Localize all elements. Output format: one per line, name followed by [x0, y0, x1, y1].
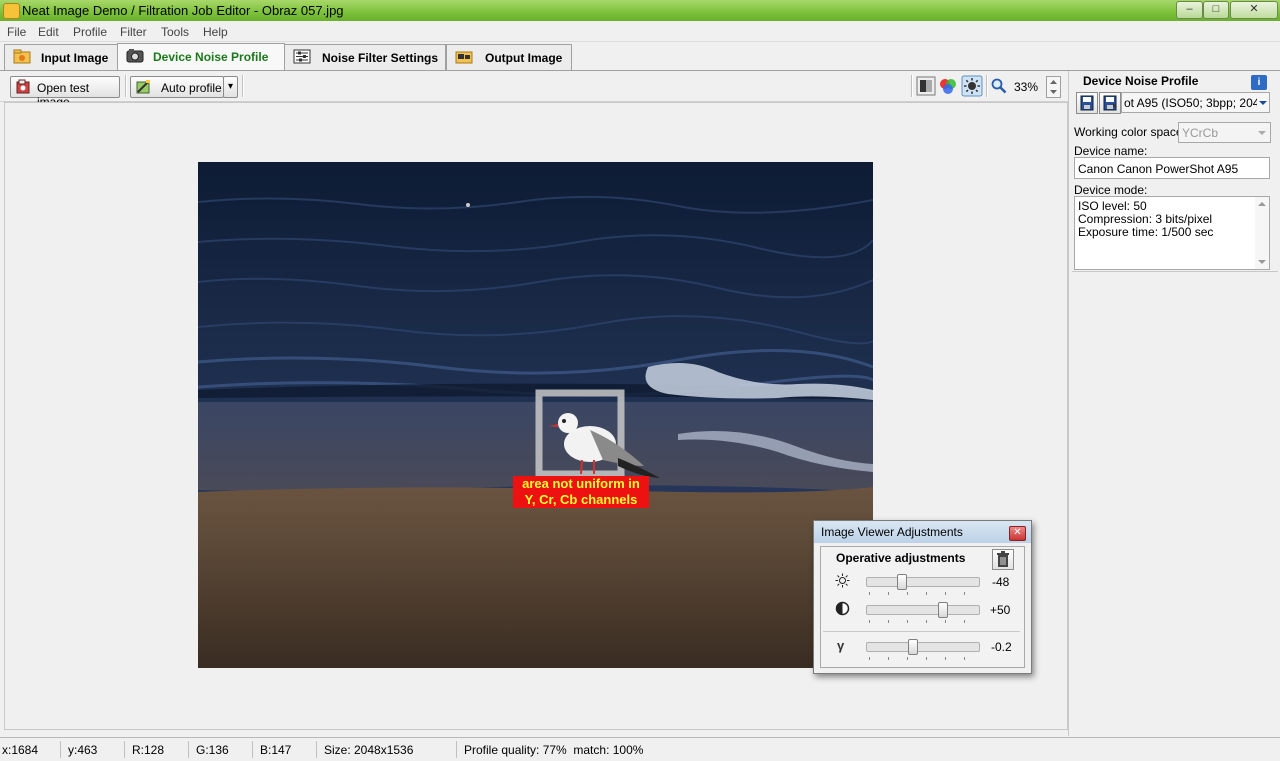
- main-tabs: Input Image Device Noise Profile Noise F…: [0, 42, 1280, 71]
- zoom-icon[interactable]: [991, 78, 1007, 94]
- brightness-ticks: [869, 592, 977, 595]
- menu-file[interactable]: File: [7, 25, 26, 39]
- tab-noise-filter-settings[interactable]: Noise Filter Settings: [284, 44, 446, 70]
- toolbar-separator: [911, 75, 913, 97]
- grayscale-view-icon[interactable]: [916, 76, 936, 96]
- title-bar: Neat Image Demo / Filtration Job Editor …: [0, 0, 1280, 21]
- status-r: R:128: [132, 743, 165, 757]
- working-color-space-select[interactable]: YCrCb: [1178, 122, 1271, 143]
- close-icon[interactable]: ✕: [1009, 526, 1026, 541]
- tab-device-noise-profile[interactable]: Device Noise Profile: [117, 43, 285, 70]
- output-image-icon: [455, 51, 473, 64]
- toolbar-separator: [125, 75, 127, 97]
- tab-output-image[interactable]: Output Image: [446, 44, 572, 70]
- menu-tools[interactable]: Tools: [161, 25, 189, 39]
- gamma-slider-thumb[interactable]: [908, 639, 919, 655]
- trash-icon: [997, 551, 1009, 567]
- camera-icon: [126, 49, 144, 63]
- menu-profile[interactable]: Profile: [73, 25, 107, 39]
- brightness-slider-thumb[interactable]: [896, 574, 907, 590]
- status-size: Size: 2048x1536: [324, 743, 414, 757]
- status-g: G:136: [196, 743, 229, 757]
- contrast-ticks: [869, 620, 977, 623]
- info-icon[interactable]: i: [1251, 75, 1267, 90]
- save-profile-button[interactable]: [1099, 92, 1121, 114]
- gamma-slider[interactable]: [866, 642, 980, 652]
- window-title: Neat Image Demo / Filtration Job Editor …: [22, 3, 344, 18]
- maximize-button[interactable]: □: [1203, 1, 1229, 19]
- contrast-icon: [835, 601, 850, 616]
- chevron-down-icon: [1257, 93, 1269, 112]
- menu-filter[interactable]: Filter: [120, 25, 147, 39]
- brightness-value: -48: [992, 575, 1010, 589]
- working-color-space-label: Working color space:: [1074, 125, 1186, 139]
- noise-area-warning: area not uniform in Y, Cr, Cb channels: [513, 476, 649, 508]
- image-toolbar: Open test image Auto profile ▾ 33%: [0, 71, 1068, 109]
- floppy-save-icon: [1103, 95, 1117, 111]
- test-image-beach-seagull[interactable]: [198, 162, 873, 668]
- load-profile-button[interactable]: [1076, 92, 1098, 114]
- contrast-value: +50: [990, 603, 1011, 617]
- adjustments-divider: [823, 631, 1020, 632]
- open-test-image-button[interactable]: Open test image: [10, 76, 120, 109]
- floppy-load-icon: [1080, 95, 1094, 111]
- status-b: B:147: [260, 743, 292, 757]
- toolbar-separator: [242, 75, 244, 97]
- device-noise-profile-panel: Device Noise Profile i ot A95 (ISO50; 3b…: [1068, 71, 1280, 736]
- panel-divider: [1072, 271, 1278, 272]
- brightness-slider[interactable]: [866, 577, 980, 587]
- status-separator: [188, 741, 189, 758]
- gamma-value: -0.2: [991, 640, 1012, 654]
- status-separator: [252, 741, 253, 758]
- gamma-ticks: [869, 657, 977, 660]
- chevron-down-icon: [1258, 131, 1266, 135]
- menu-edit[interactable]: Edit: [38, 25, 59, 39]
- contrast-slider-thumb[interactable]: [938, 602, 949, 618]
- operative-adjustments-group: Operative adjustments -48 +50 γ -0.2: [820, 546, 1025, 668]
- toolbar-separator: [986, 75, 988, 97]
- profile-select[interactable]: ot A95 (ISO50; 3bpp; 2048x: [1121, 92, 1270, 113]
- status-bar: x:1684 y:463 R:128 G:136 B:147 Size: 204…: [0, 737, 1280, 761]
- status-separator: [316, 741, 317, 758]
- reset-adjustments-button[interactable]: [992, 549, 1014, 570]
- auto-profile-icon: [136, 80, 150, 94]
- contrast-slider[interactable]: [866, 605, 980, 615]
- status-y: y:463: [68, 743, 98, 757]
- auto-profile-dropdown[interactable]: ▾: [223, 76, 238, 98]
- gamma-icon: γ: [837, 638, 845, 653]
- device-name-label: Device name:: [1074, 144, 1148, 158]
- panel-title: Device Noise Profile: [1083, 74, 1199, 88]
- device-mode-textarea[interactable]: ISO level: 50 Compression: 3 bits/pixel …: [1074, 196, 1270, 270]
- folder-image-icon: [13, 49, 31, 64]
- status-separator: [60, 741, 61, 758]
- textarea-scrollbar[interactable]: [1255, 197, 1269, 269]
- status-separator: [124, 741, 125, 758]
- filter-settings-icon: [293, 49, 311, 64]
- status-x: x:1684: [2, 743, 39, 757]
- image-viewer-adjustments-window: Image Viewer Adjustments ✕ Operative adj…: [813, 520, 1032, 674]
- zoom-spinner[interactable]: [1046, 76, 1061, 98]
- device-mode-label: Device mode:: [1074, 183, 1148, 197]
- menu-bar: File Edit Profile Filter Tools Help: [0, 22, 1280, 42]
- close-button[interactable]: ✕: [1230, 1, 1278, 19]
- adjustments-title-bar[interactable]: Image Viewer Adjustments ✕: [814, 521, 1031, 543]
- minimize-button[interactable]: –: [1176, 1, 1203, 19]
- status-separator: [456, 741, 457, 758]
- spinner-arrows-icon: [1050, 80, 1057, 94]
- menu-help[interactable]: Help: [203, 25, 228, 39]
- open-image-icon: [16, 79, 30, 94]
- auto-profile-button[interactable]: Auto profile: [130, 76, 224, 98]
- viewer-adjustments-icon[interactable]: [961, 75, 983, 97]
- app-icon: [3, 3, 20, 19]
- tab-input-image[interactable]: Input Image: [4, 44, 118, 70]
- status-profile-quality: Profile quality: 77% match: 100%: [464, 743, 644, 757]
- zoom-level: 33%: [1014, 80, 1039, 94]
- device-name-field[interactable]: Canon Canon PowerShot A95: [1074, 157, 1270, 179]
- color-channels-icon[interactable]: [938, 76, 958, 96]
- brightness-icon: [835, 573, 850, 588]
